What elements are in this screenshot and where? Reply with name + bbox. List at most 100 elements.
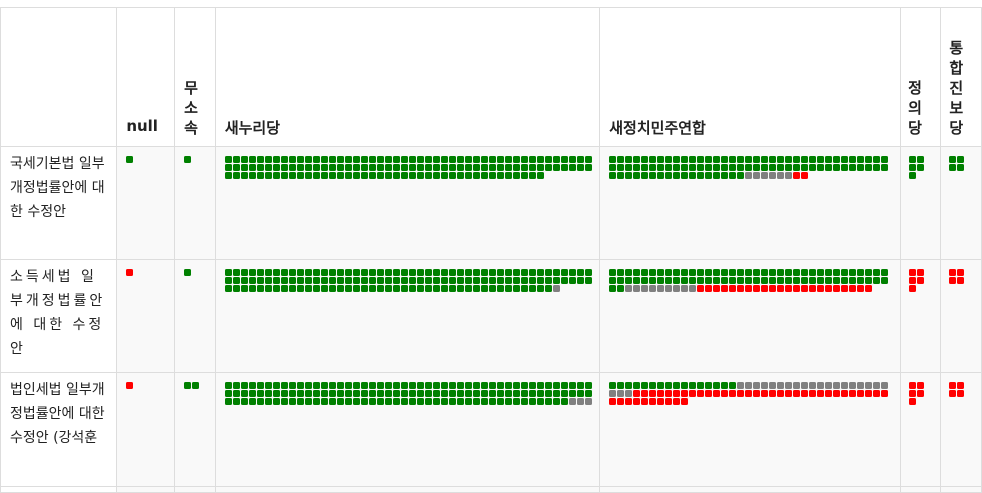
vote-dot-yes [705, 172, 713, 179]
bill-title[interactable]: 국세기본법 일부개정법률안에 대한 수정안 [0, 146, 118, 260]
vote-dot-no [697, 285, 705, 292]
vote-dot-yes [312, 156, 320, 163]
vote-dot-yes [183, 156, 191, 163]
vote-dot-yes [753, 156, 761, 163]
vote-dot-yes [520, 382, 528, 389]
vote-dot-yes [560, 164, 568, 171]
vote-dot-yes [504, 269, 512, 276]
vote-dot-yes [713, 269, 721, 276]
vote-dot-yes [697, 156, 705, 163]
vote-dot-yes [737, 156, 745, 163]
vote-dot-yes [520, 156, 528, 163]
vote-dot-no [908, 277, 916, 284]
vote-dot-yes [916, 156, 924, 163]
header-justice[interactable]: 정 의 당 [899, 7, 941, 147]
vote-dot-yes [256, 285, 264, 292]
vote-dot-no [841, 285, 849, 292]
vote-dot-abstain [825, 382, 833, 389]
vote-dot-yes [552, 277, 560, 284]
vote-dot-abstain [649, 285, 657, 292]
vote-dot-yes [809, 277, 817, 284]
vote-dot-yes [801, 156, 809, 163]
header-unified[interactable]: 통 합 진 보 당 [939, 7, 982, 147]
header-null[interactable]: null [116, 7, 175, 147]
vote-dot-yes [721, 382, 729, 389]
vote-dot-no [849, 285, 857, 292]
vote-dot-yes [713, 172, 721, 179]
header-justice-char: 정 [908, 79, 922, 97]
vote-dot-yes [721, 269, 729, 276]
vote-dot-yes [224, 156, 232, 163]
vote-dot-yes [368, 156, 376, 163]
vote-dot-yes [512, 164, 520, 171]
vote-dots [609, 269, 899, 293]
vote-dot-yes [240, 277, 248, 284]
vote-dot-yes [464, 156, 472, 163]
vote-dot-yes [705, 277, 713, 284]
vote-dot-yes [496, 277, 504, 284]
vote-dot-yes [745, 277, 753, 284]
vote-dot-abstain [865, 382, 873, 389]
vote-dot-yes [280, 269, 288, 276]
vote-dots [126, 156, 173, 164]
vote-dot-yes [248, 172, 256, 179]
vote-dot-yes [320, 277, 328, 284]
vote-dot-no [721, 390, 729, 397]
vote-dot-no [833, 390, 841, 397]
vote-dots [609, 382, 899, 406]
vote-dot-yes [841, 277, 849, 284]
vote-dot-yes [376, 390, 384, 397]
vote-dot-yes [392, 172, 400, 179]
vote-dot-yes [488, 172, 496, 179]
header-npad[interactable]: 새정치민주연합 [599, 7, 901, 147]
vote-dot-yes [400, 390, 408, 397]
vote-dot-yes [520, 277, 528, 284]
vote-dot-yes [809, 156, 817, 163]
vote-dot-yes [504, 398, 512, 405]
header-saenuri[interactable]: 새누리당 [214, 7, 601, 147]
vote-dot-abstain [584, 398, 592, 405]
vote-dot-yes [368, 382, 376, 389]
vote-dot-yes [344, 398, 352, 405]
vote-dot-yes [416, 285, 424, 292]
vote-dot-no [956, 382, 964, 389]
vote-dot-yes [472, 398, 480, 405]
header-independent[interactable]: 무 소 속 [173, 7, 216, 147]
header-justice-char: 당 [908, 119, 922, 137]
vote-dot-yes [280, 390, 288, 397]
vote-dot-yes [833, 164, 841, 171]
vote-dot-yes [512, 285, 520, 292]
vote-dot-yes [440, 164, 448, 171]
vote-dot-yes [376, 156, 384, 163]
vote-dot-yes [296, 172, 304, 179]
vote-dot-yes [512, 156, 520, 163]
vote-dot-yes [673, 172, 681, 179]
vote-dot-yes [641, 269, 649, 276]
vote-dot-yes [785, 156, 793, 163]
vote-dot-yes [825, 156, 833, 163]
vote-dot-yes [552, 269, 560, 276]
bill-title[interactable]: 법인세법 일부개정법률안에 대한 수정안 (강석훈 [0, 372, 118, 487]
vote-dot-no [956, 269, 964, 276]
vote-dot-yes [408, 285, 416, 292]
vote-dot-abstain [849, 382, 857, 389]
vote-dot-yes [568, 390, 576, 397]
vote-dot-yes [264, 164, 272, 171]
vote-dot-yes [456, 382, 464, 389]
vote-dot-abstain [745, 382, 753, 389]
vote-dots [948, 156, 981, 172]
bill-title[interactable]: 소득세법 일부개정법률안에 대한 수정안 [0, 259, 118, 373]
vote-dot-no [908, 390, 916, 397]
vote-dot-yes [801, 164, 809, 171]
vote-dot-yes [312, 269, 320, 276]
vote-dot-no [737, 390, 745, 397]
vote-dot-abstain [753, 382, 761, 389]
vote-dot-yes [536, 156, 544, 163]
vote-dot-yes [456, 398, 464, 405]
vote-dot-yes [657, 277, 665, 284]
vote-dot-yes [697, 164, 705, 171]
vote-dot-yes [496, 156, 504, 163]
vote-dot-yes [336, 390, 344, 397]
vote-dot-yes [948, 156, 956, 163]
vote-dot-yes [328, 156, 336, 163]
